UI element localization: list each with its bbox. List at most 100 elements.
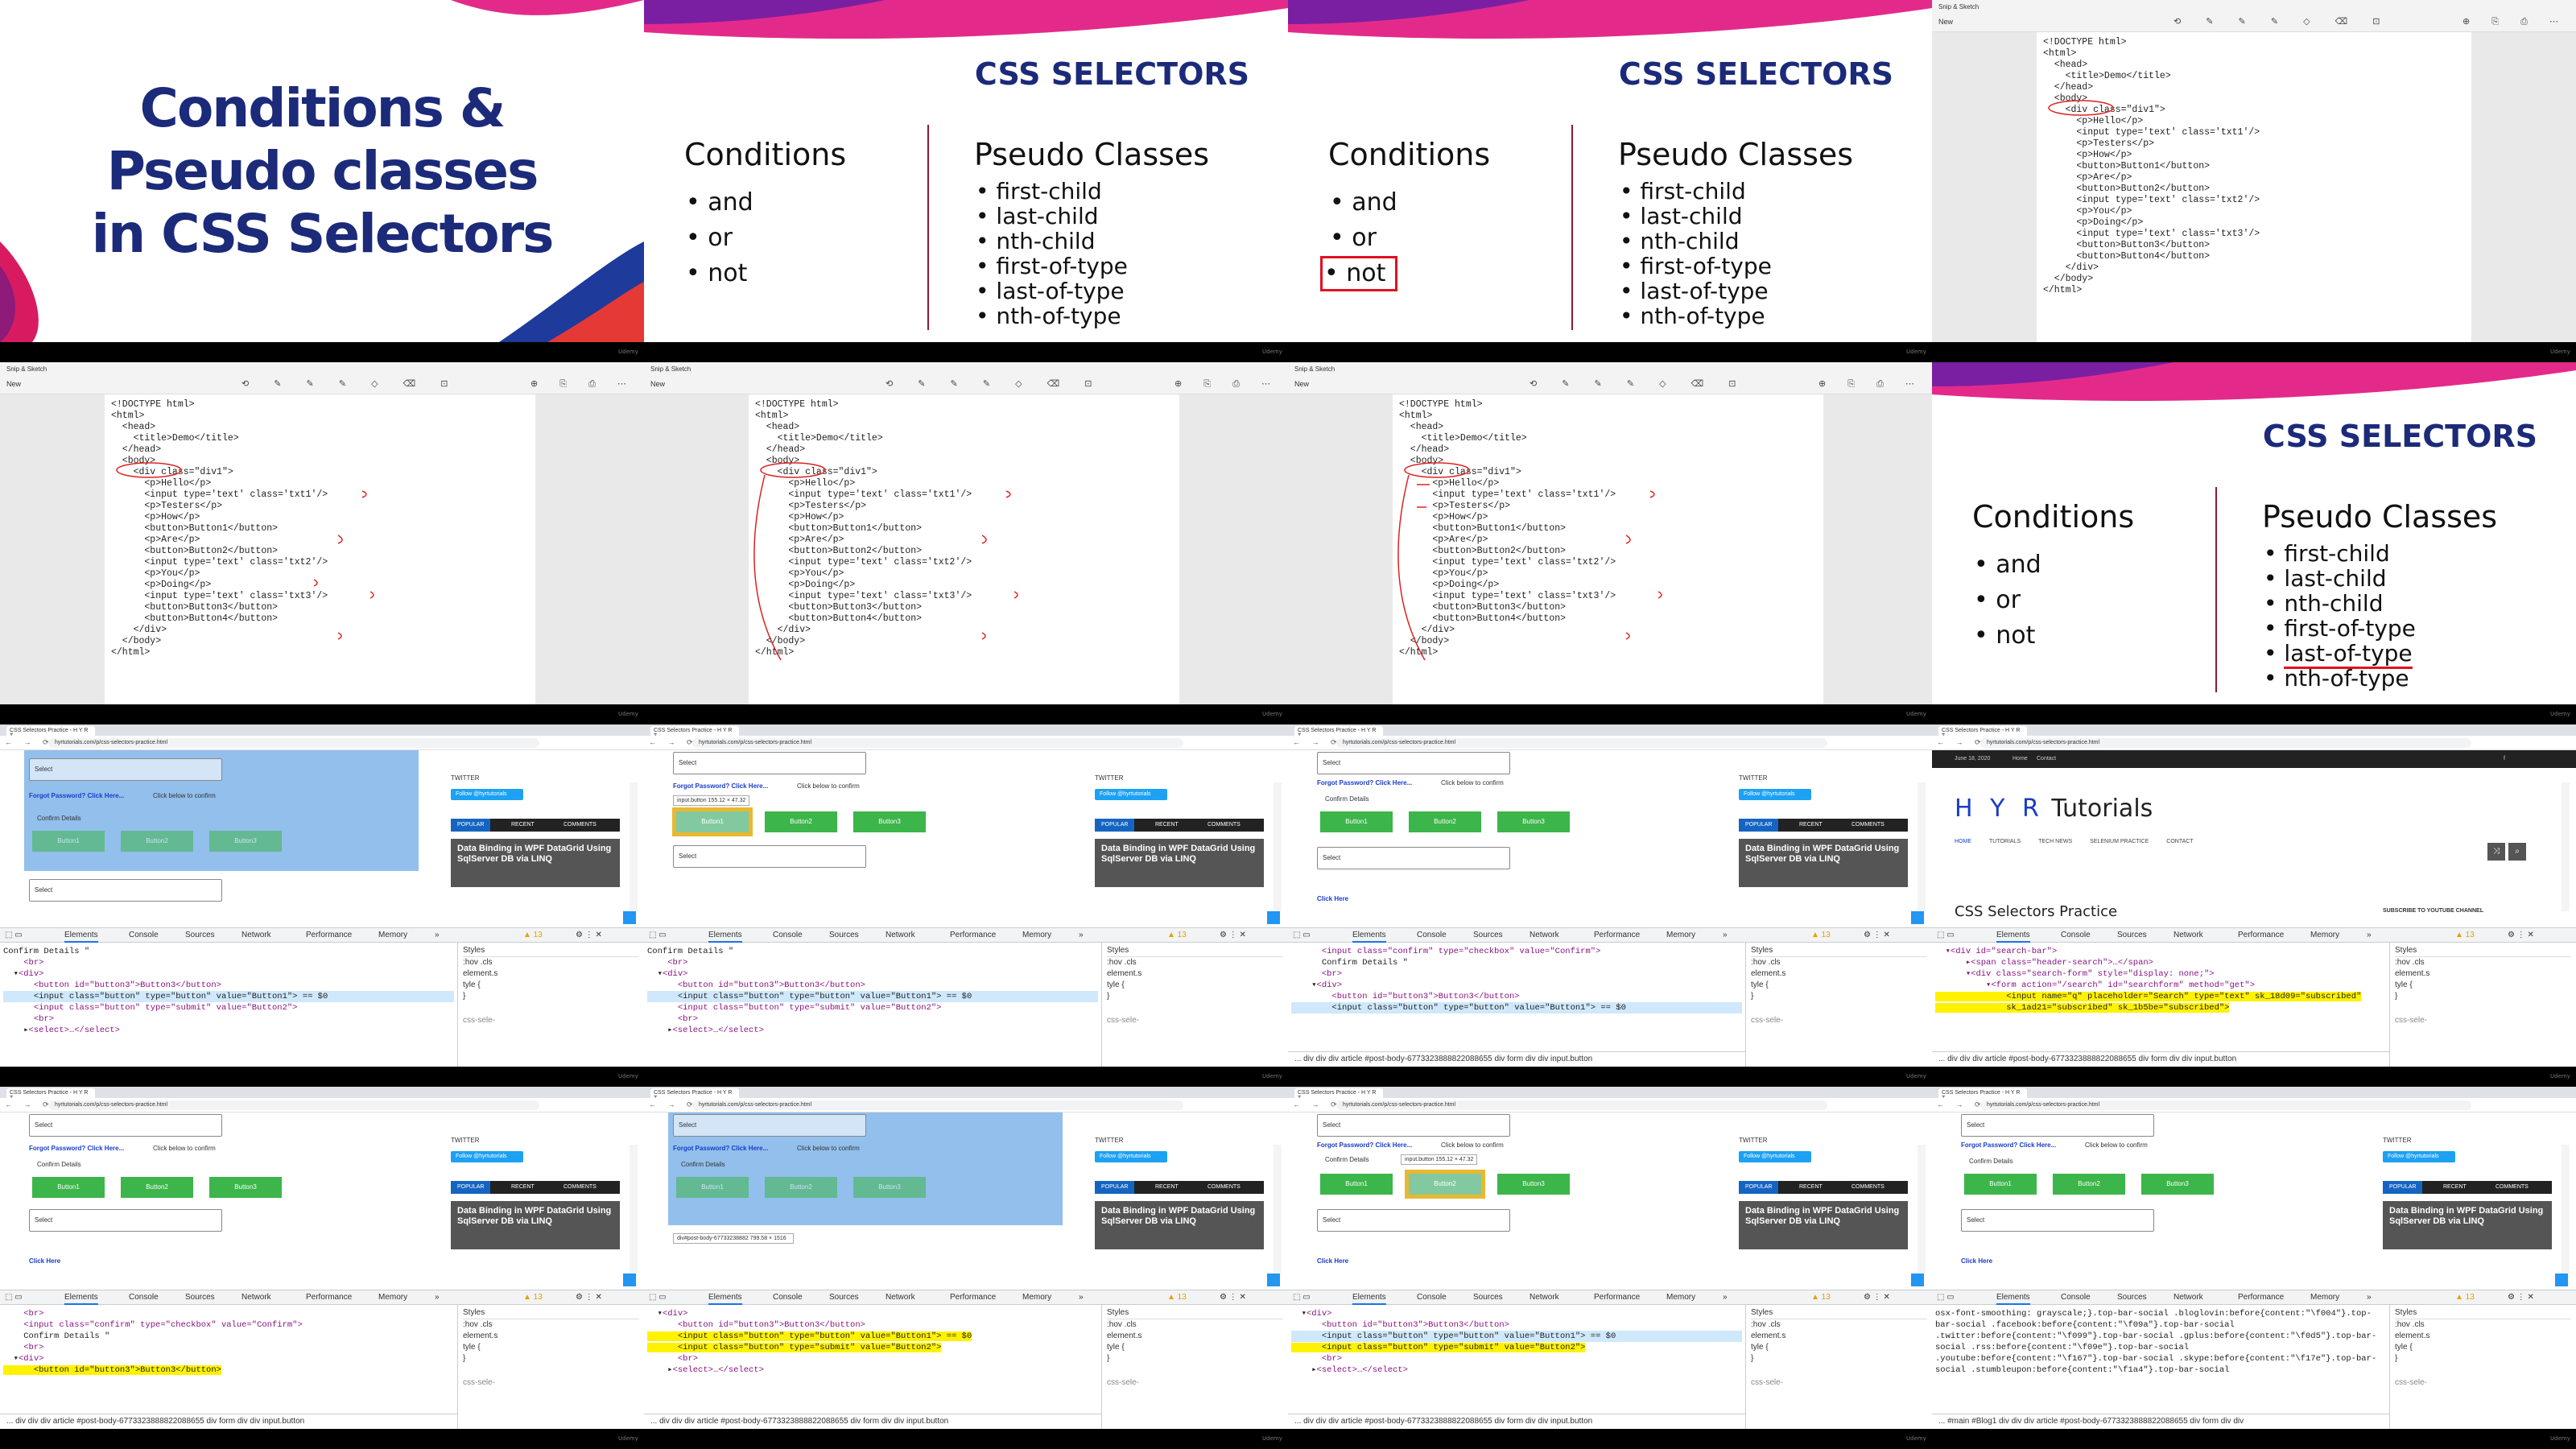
chat-icon[interactable]: [623, 911, 636, 924]
chat-icon[interactable]: [2555, 1274, 2568, 1286]
thumbnail-9[interactable]: CSS Selectors Practice - H Y R T... ← → …: [0, 724, 644, 1087]
address-bar[interactable]: hyrtutorials.com/p/css-selectors-practic…: [1980, 1100, 2471, 1110]
css-source[interactable]: osx-font-smoothing: grayscale;}.top-bar-…: [1935, 1308, 2386, 1376]
popular-article[interactable]: Data Binding in WPF DataGrid Using SqlSe…: [1739, 1201, 1908, 1249]
follow-button[interactable]: Follow @hyrtutorials: [1739, 1151, 1811, 1162]
nav-arrows-icon[interactable]: ← → ⟳: [649, 738, 698, 747]
save-tools-icon[interactable]: ⊕ ⎘ ⎙ ⋯: [1174, 378, 1280, 390]
breadcrumb[interactable]: ... div div div article #post-body-67733…: [0, 1414, 457, 1429]
forgot-password-link[interactable]: Forgot Password? Click Here...: [1317, 1141, 1412, 1149]
address-bar[interactable]: hyrtutorials.com/p/css-selectors-practic…: [1336, 1100, 1827, 1110]
gear-icon[interactable]: ⚙ ⋮ ✕: [1220, 931, 1246, 939]
dom-tree[interactable]: <input class="confirm" type="checkbox" v…: [1291, 946, 1742, 1013]
devtools-tabs[interactable]: ⬚ ▭ Elements Console Sources Network Per…: [1288, 1290, 1932, 1305]
warning-count[interactable]: ▲ 13: [1811, 931, 1831, 939]
nav-arrows-icon[interactable]: ← → ⟳: [1293, 738, 1342, 747]
browser-tab[interactable]: CSS Selectors Practice - H Y R T...: [1294, 1088, 1383, 1101]
popular-article[interactable]: Data Binding in WPF DataGrid Using SqlSe…: [451, 1201, 620, 1249]
click-here-link[interactable]: Click Here: [1961, 1257, 1992, 1265]
inspect-icon[interactable]: ⬚ ▭: [1937, 931, 1955, 939]
side-tabs[interactable]: POPULAR RECENT COMMENTS: [451, 819, 620, 832]
select-dropdown[interactable]: Select: [673, 1114, 866, 1137]
save-tools-icon[interactable]: ⊕ ⎘ ⎙ ⋯: [1818, 378, 1924, 390]
chat-icon[interactable]: [1267, 911, 1280, 924]
devtools-tabs[interactable]: ⬚ ▭ Elements Console Sources Network Per…: [0, 1290, 644, 1305]
address-bar[interactable]: hyrtutorials.com/p/css-selectors-practic…: [1336, 738, 1827, 748]
facebook-icon[interactable]: f: [2504, 756, 2505, 762]
follow-button[interactable]: Follow @hyrtutorials: [451, 789, 523, 800]
breadcrumb[interactable]: ... #main #Blog1 div div div article #po…: [1932, 1414, 2389, 1429]
browser-tab[interactable]: CSS Selectors Practice - H Y R T...: [1938, 726, 2027, 739]
nav-arrows-icon[interactable]: ← → ⟳: [1937, 738, 1986, 747]
devtools-tabs[interactable]: ⬚ ▭ Elements Console Sources Network Per…: [644, 1290, 1288, 1305]
nav-arrows-icon[interactable]: ← → ⟳: [649, 1100, 698, 1109]
button2[interactable]: Button2: [121, 831, 193, 852]
side-tabs[interactable]: POPULAR RECENT COMMENTS: [451, 1181, 620, 1194]
button2[interactable]: Button2: [765, 811, 837, 832]
styles-pane[interactable]: Styles :hov .cls element.s tyle { } css-…: [1101, 1305, 1288, 1429]
save-tools-icon[interactable]: ⊕ ⎘ ⎙ ⋯: [2462, 16, 2568, 27]
thumbnail-11[interactable]: CSS Selectors Practice - H Y R T... ← → …: [1288, 724, 1932, 1087]
gear-icon[interactable]: ⚙ ⋮ ✕: [576, 931, 602, 939]
select-dropdown[interactable]: Select: [1317, 847, 1510, 869]
address-bar[interactable]: hyrtutorials.com/p/css-selectors-practic…: [48, 1100, 539, 1110]
chat-icon[interactable]: [623, 1274, 636, 1286]
click-here-link[interactable]: Click Here: [1317, 1257, 1348, 1265]
address-bar[interactable]: hyrtutorials.com/p/css-selectors-practic…: [48, 738, 539, 748]
pen-tools-icon[interactable]: ⟲ ✎ ✎ ✎ ◇ ⌫ ⊡: [2174, 16, 2391, 27]
thumbnail-7[interactable]: Snip & Sketch New ⟲ ✎ ✎ ✎ ◇ ⌫ ⊡ ⊕ ⎘ ⎙ ⋯ …: [1288, 362, 1932, 724]
popular-article[interactable]: Data Binding in WPF DataGrid Using SqlSe…: [2383, 1201, 2552, 1249]
click-here-link[interactable]: Click Here: [1317, 895, 1348, 902]
inspect-icon[interactable]: ⬚ ▭: [649, 1293, 667, 1302]
confirm-details[interactable]: Confirm Details: [37, 815, 81, 822]
thumbnail-14[interactable]: CSS Selectors Practice - H Y R T... ← → …: [644, 1087, 1288, 1449]
thumbnail-5[interactable]: Snip & Sketch New ⟲ ✎ ✎ ✎ ◇ ⌫ ⊡ ⊕ ⎘ ⎙ ⋯ …: [0, 362, 644, 724]
follow-button[interactable]: Follow @hyrtutorials: [1095, 789, 1167, 800]
new-button[interactable]: New: [650, 380, 665, 388]
button1[interactable]: Button1: [1964, 1174, 2037, 1195]
button1[interactable]: Button1: [1320, 1174, 1393, 1195]
scrollbar[interactable]: [2562, 782, 2570, 911]
contact-link[interactable]: Contact: [2037, 756, 2056, 762]
button1[interactable]: Button1: [672, 807, 753, 836]
thumbnail-1[interactable]: Conditions & Pseudo classes in CSS Selec…: [0, 0, 644, 362]
devtools-tabs[interactable]: ⬚ ▭ Elements Console Sources Network Per…: [1288, 928, 1932, 943]
browser-tab[interactable]: CSS Selectors Practice - H Y R T...: [6, 726, 95, 739]
pen-tools-icon[interactable]: ⟲ ✎ ✎ ✎ ◇ ⌫ ⊡: [242, 378, 459, 389]
warning-count[interactable]: ▲ 13: [523, 1293, 543, 1302]
dom-tree[interactable]: <br> <input class="confirm" type="checkb…: [3, 1308, 454, 1376]
chat-icon[interactable]: [1267, 1274, 1280, 1286]
styles-pane[interactable]: Styles :hov .cls element.s tyle { } css-…: [1101, 943, 1288, 1067]
browser-tab[interactable]: CSS Selectors Practice - H Y R T...: [1294, 726, 1383, 739]
browser-tab[interactable]: CSS Selectors Practice - H Y R T...: [6, 1088, 95, 1101]
popular-article[interactable]: Data Binding in WPF DataGrid Using SqlSe…: [1739, 839, 1908, 887]
chat-icon[interactable]: [1911, 911, 1924, 924]
popular-article[interactable]: Data Binding in WPF DataGrid Using SqlSe…: [451, 839, 620, 887]
dom-tree[interactable]: Confirm Details " <br> ▾<div> <button id…: [3, 946, 454, 1036]
styles-pane[interactable]: Styles :hov .cls element.s tyle { } css-…: [457, 1305, 644, 1429]
button2[interactable]: Button2: [1405, 1170, 1485, 1199]
confirm-details[interactable]: Confirm Details: [1325, 795, 1369, 803]
browser-tab[interactable]: CSS Selectors Practice - H Y R T...: [1938, 1088, 2027, 1101]
nav-arrows-icon[interactable]: ← → ⟳: [1937, 1100, 1986, 1109]
side-tabs[interactable]: POPULAR RECENT COMMENTS: [1739, 819, 1908, 832]
warning-count[interactable]: ▲ 13: [1811, 1293, 1831, 1302]
breadcrumb[interactable]: ... div div div article #post-body-67733…: [644, 1414, 1101, 1429]
address-bar[interactable]: hyrtutorials.com/p/css-selectors-practic…: [692, 738, 1183, 748]
select-dropdown[interactable]: Select: [673, 752, 866, 774]
select-dropdown[interactable]: Select: [1961, 1209, 2154, 1232]
gear-icon[interactable]: ⚙ ⋮ ✕: [2508, 1293, 2534, 1302]
scrollbar[interactable]: [1918, 1145, 1926, 1274]
address-bar[interactable]: hyrtutorials.com/p/css-selectors-practic…: [692, 1100, 1183, 1110]
thumbnail-13[interactable]: CSS Selectors Practice - H Y R T... ← → …: [0, 1087, 644, 1449]
save-tools-icon[interactable]: ⊕ ⎘ ⎙ ⋯: [530, 378, 636, 390]
button3[interactable]: Button3: [853, 1177, 926, 1198]
devtools-tabs[interactable]: ⬚ ▭ Elements Console Sources Network Per…: [644, 928, 1288, 943]
button3[interactable]: Button3: [853, 811, 926, 832]
forgot-password-link[interactable]: Forgot Password? Click Here...: [1961, 1141, 2056, 1149]
thumbnail-3[interactable]: CSS SELECTORS Conditions • and • or • no…: [1288, 0, 1932, 362]
breadcrumb[interactable]: ... div div div article #post-body-67733…: [1932, 1051, 2389, 1067]
inspect-icon[interactable]: ⬚ ▭: [1293, 1293, 1311, 1302]
click-here-link[interactable]: Click Here: [29, 1257, 60, 1265]
styles-pane[interactable]: Styles :hov .cls element.s tyle { } css-…: [1745, 943, 1932, 1067]
